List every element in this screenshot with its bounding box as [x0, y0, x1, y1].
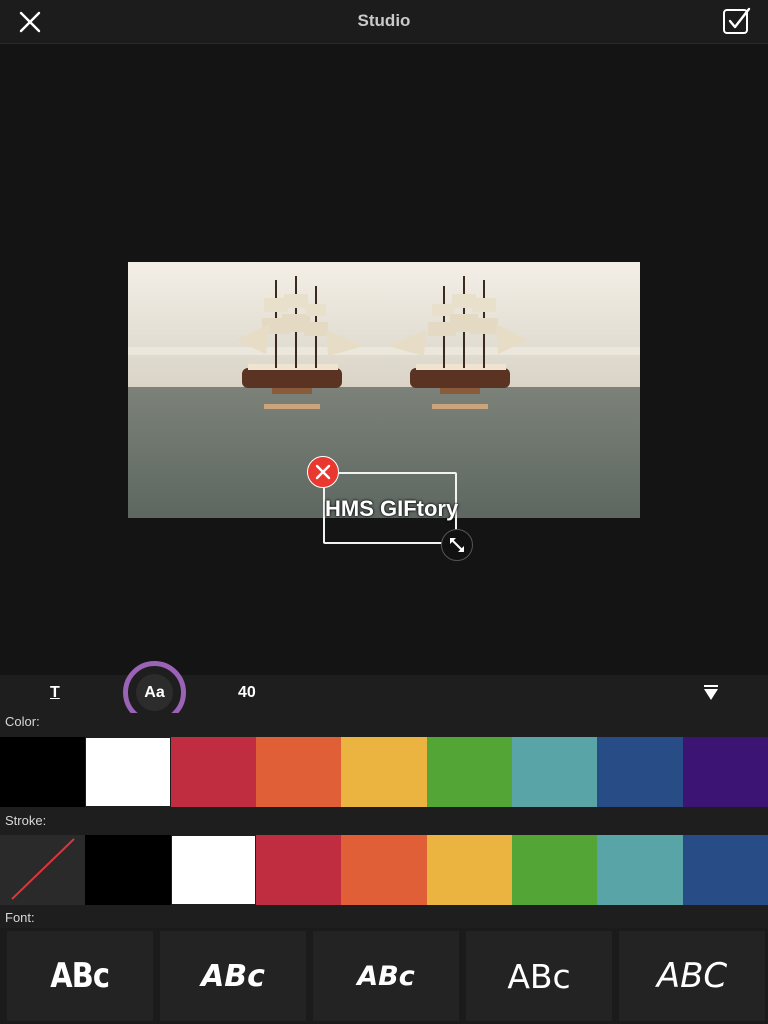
font-option-4[interactable]: ABc	[466, 931, 612, 1021]
text-style-tool[interactable]: T	[50, 684, 60, 702]
text-tool-bar: T	[0, 675, 768, 713]
triangle-down-icon	[704, 685, 718, 700]
stroke-swatch-7[interactable]	[597, 835, 683, 905]
font-picker-row: ABc ABc ABc ABc ABC	[0, 928, 768, 1024]
caption-text-box[interactable]: HMS GIFtory	[323, 472, 459, 544]
resize-caption-handle[interactable]	[441, 529, 473, 561]
stroke-swatch-5[interactable]	[426, 835, 512, 905]
color-swatch-4[interactable]	[255, 737, 342, 807]
font-sample-text: ABC	[656, 956, 728, 996]
color-swatch-5[interactable]	[341, 737, 427, 807]
color-label: Color:	[5, 714, 40, 729]
checkbox-done-icon	[723, 7, 751, 34]
font-label-band	[0, 905, 768, 928]
color-swatch-1[interactable]	[0, 737, 86, 807]
color-swatch-3[interactable]	[170, 737, 256, 807]
font-sample-text: ABc	[357, 960, 415, 992]
font-option-3[interactable]: ABc	[313, 931, 459, 1021]
color-swatch-7[interactable]	[511, 737, 598, 807]
stroke-label-band	[0, 807, 768, 835]
font-size-value[interactable]: 40	[238, 684, 256, 702]
color-swatch-9[interactable]	[682, 737, 768, 807]
stroke-swatch-6[interactable]	[511, 835, 598, 905]
color-swatch-8[interactable]	[597, 737, 683, 807]
delete-caption-button[interactable]	[307, 456, 339, 488]
resize-diagonal-icon	[450, 538, 464, 552]
font-option-1[interactable]: ABc	[7, 931, 153, 1021]
font-label: Font:	[5, 910, 35, 925]
stroke-label: Stroke:	[5, 813, 47, 828]
no-stroke-icon	[11, 838, 75, 900]
font-sample-text: ABc	[201, 958, 265, 994]
font-option-5[interactable]: ABC	[619, 931, 765, 1021]
stroke-swatch-3[interactable]	[255, 835, 342, 905]
page-title: Studio	[357, 11, 411, 30]
stroke-swatch-8[interactable]	[682, 835, 768, 905]
stroke-swatch-2[interactable]	[170, 835, 256, 905]
close-icon	[315, 464, 331, 480]
color-swatch-6[interactable]	[426, 737, 512, 807]
collapse-panel-button[interactable]	[701, 683, 721, 703]
caption-text: HMS GIFtory	[325, 496, 459, 521]
font-option-2[interactable]: ABc	[160, 931, 306, 1021]
font-sample-text: ABc	[50, 956, 111, 996]
font-sample-text: ABc	[507, 956, 571, 996]
stroke-swatch-4[interactable]	[341, 835, 427, 905]
no-stroke-swatch[interactable]	[0, 835, 86, 905]
stroke-swatch-1[interactable]	[85, 835, 171, 905]
color-label-band	[0, 713, 768, 737]
font-tool-button[interactable]: Aa	[136, 674, 173, 711]
color-swatch-2[interactable]	[85, 737, 171, 807]
done-button[interactable]	[720, 5, 752, 37]
stroke-swatch-row	[0, 835, 768, 905]
color-swatch-row	[0, 737, 768, 807]
top-bar: Studio	[0, 0, 768, 44]
